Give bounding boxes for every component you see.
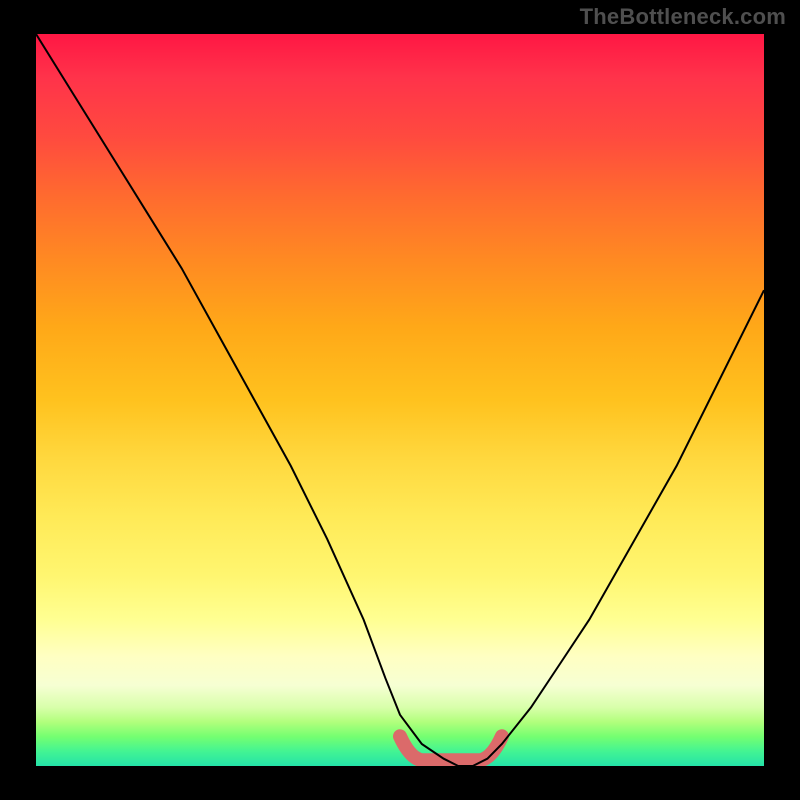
bottleneck-curve	[36, 34, 764, 766]
watermark-text: TheBottleneck.com	[580, 4, 786, 30]
plot-area	[36, 34, 764, 766]
optimal-range-band	[400, 736, 502, 760]
chart-svg	[36, 34, 764, 766]
chart-frame: TheBottleneck.com	[0, 0, 800, 800]
